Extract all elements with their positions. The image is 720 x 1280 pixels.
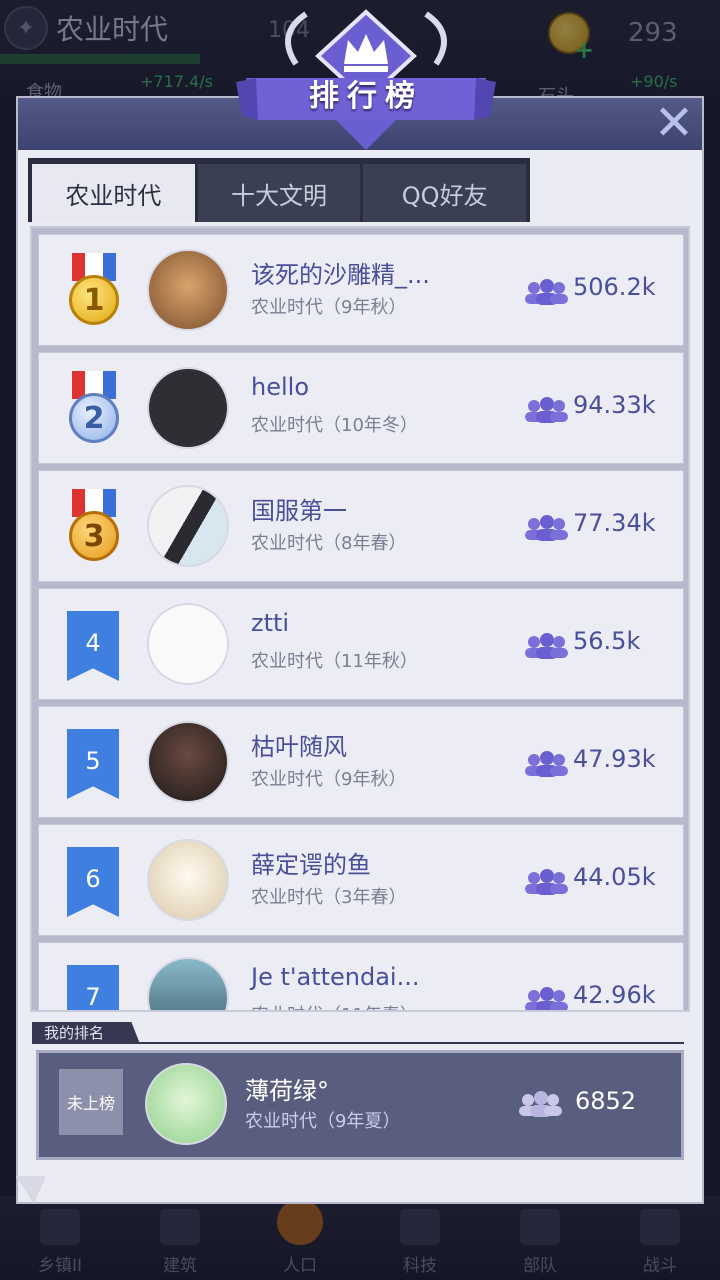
leaderboard-tabs: 农业时代 十大文明 QQ好友 [28,158,530,222]
player-name: 枯叶随风 [251,733,347,761]
ranking-list[interactable]: 1 该死的沙雕精_... 农业时代（9年秋） 506.2k 2 hello 农业… [30,226,690,1012]
avatar[interactable] [145,1063,227,1145]
silver-medal-icon: 2 [69,371,119,449]
player-era: 农业时代（3年春） [251,887,407,908]
ranking-row[interactable]: 7 Je t'attendai... 农业时代（11年春） 42.96k [38,942,684,1010]
player-era: 农业时代（9年秋） [251,297,407,318]
divider [32,1042,684,1044]
gold-medal-icon: 1 [69,253,119,331]
dialog-title: 排行榜 [309,79,423,114]
player-name: 该死的沙雕精_... [251,261,430,289]
population-value: 94.33k [573,391,656,419]
tab-qq-friends[interactable]: QQ好友 [363,164,527,222]
player-era: 农业时代（10年冬） [251,415,418,436]
population-icon [525,751,568,777]
bronze-medal-icon: 3 [69,489,119,567]
player-era: 农业时代（9年秋） [251,769,407,790]
population-value: 44.05k [573,863,656,891]
population-icon [525,987,568,1010]
population-value: 77.34k [573,509,656,537]
ranking-row[interactable]: 2 hello 农业时代（10年冬） 94.33k [38,352,684,464]
population-value: 42.96k [573,981,656,1009]
my-player-era: 农业时代（9年夏） [245,1111,401,1132]
player-name: Je t'attendai... [251,963,420,991]
population-value: 56.5k [573,627,641,655]
player-era: 农业时代（11年秋） [251,651,418,672]
tab-top-civilizations[interactable]: 十大文明 [197,164,361,222]
player-name: 国服第一 [251,497,347,525]
avatar[interactable] [147,603,229,685]
ranking-row[interactable]: 5 枯叶随风 农业时代（9年秋） 47.93k [38,706,684,818]
player-name: hello [251,373,309,401]
ranking-row[interactable]: 4 ztti 农业时代（11年秋） 56.5k [38,588,684,700]
avatar[interactable] [147,367,229,449]
player-name: 薛定谔的鱼 [251,851,371,879]
player-era: 农业时代（11年春） [251,1001,418,1010]
rank-flag: 4 [67,611,119,681]
player-era: 农业时代（8年春） [251,533,407,554]
ranking-row[interactable]: 6 薛定谔的鱼 农业时代（3年春） 44.05k [38,824,684,936]
population-value: 506.2k [573,273,656,301]
tab-agriculture-era[interactable]: 农业时代 [32,164,195,222]
my-rank-label: 我的排名 [32,1022,140,1044]
population-value: 47.93k [573,745,656,773]
population-icon [525,633,568,659]
my-player-name: 薄荷绿° [245,1077,329,1105]
rank-flag: 5 [67,729,119,799]
my-rank-row[interactable]: 未上榜 薄荷绿° 农业时代（9年夏） 6852 [36,1050,684,1160]
population-icon [525,515,568,541]
player-name: ztti [251,609,290,637]
population-icon [519,1091,562,1117]
avatar[interactable] [147,957,229,1010]
avatar[interactable] [147,249,229,331]
my-population-value: 6852 [575,1087,637,1115]
population-icon [525,279,568,305]
population-icon [525,397,568,423]
avatar[interactable] [147,721,229,803]
avatar[interactable] [147,839,229,921]
avatar[interactable] [147,485,229,567]
rank-flag: 6 [67,847,119,917]
close-icon[interactable]: ✕ [650,99,698,148]
my-rank-status: 未上榜 [59,1069,123,1135]
population-icon [525,869,568,895]
ranking-row[interactable]: 1 该死的沙雕精_... 农业时代（9年秋） 506.2k [38,234,684,346]
ranking-row[interactable]: 3 国服第一 农业时代（8年春） 77.34k [38,470,684,582]
rank-number: 3 [69,511,119,561]
rank-flag: 7 [67,965,119,1010]
rank-number: 1 [69,275,119,325]
rank-number: 2 [69,393,119,443]
